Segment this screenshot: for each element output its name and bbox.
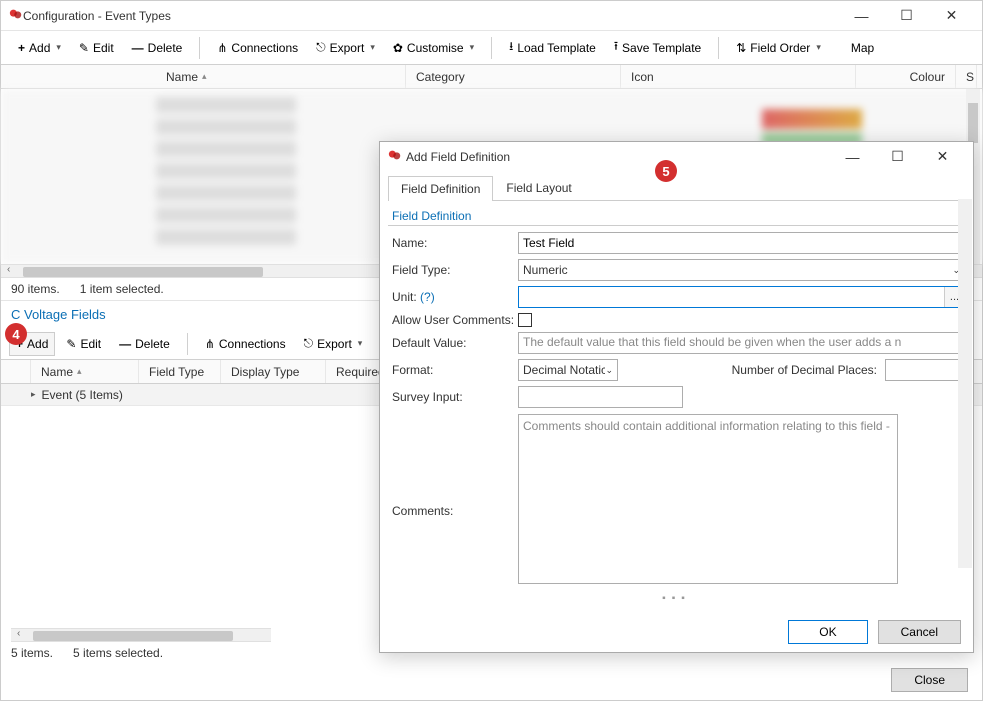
modal-minimize-button[interactable]: — [830,143,875,171]
edit-button-2[interactable]: ✎Edit [59,332,108,356]
modal-footer: OK Cancel [380,612,973,652]
field-type-select[interactable]: Numeric⌄ [518,259,965,281]
map-button[interactable]: Map [844,36,881,60]
label-comments: Comments: [388,414,518,518]
modal-title: Add Field Definition [406,150,510,164]
main-titlebar: Configuration - Event Types — ☐ ✕ [1,1,982,31]
label-survey-input: Survey Input: [388,390,518,404]
col2-display-type[interactable]: Display Type [221,360,326,383]
label-default-value: Default Value: [388,336,518,350]
connections-icon: ⋔ [205,337,215,351]
add-field-definition-dialog: Add Field Definition — ☐ ✕ Field Definit… [379,141,974,653]
name-input[interactable] [518,232,965,254]
edit-button[interactable]: ✎Edit [72,36,121,60]
col-category[interactable]: Category [406,65,621,88]
allow-comments-checkbox[interactable] [518,313,532,327]
window-title: Configuration - Event Types [23,9,171,23]
pencil-icon: ✎ [66,337,76,351]
delete-button-2[interactable]: —Delete [112,332,177,356]
label-decimal-places: Number of Decimal Places: [618,363,885,377]
col2-name[interactable]: Name▴ [31,360,139,383]
label-format: Format: [388,363,518,377]
pencil-icon: ✎ [79,41,89,55]
modal-maximize-button[interactable]: ☐ [875,143,920,171]
add-button[interactable]: +Add▾ [11,36,68,60]
item-count-2: 5 items. [11,646,53,660]
label-name: Name: [388,236,518,250]
tree-item-label: Event (5 Items) [42,388,123,402]
callout-5: 5 [655,160,677,182]
modal-close-button[interactable]: ✕ [920,143,965,171]
close-button[interactable]: Close [891,668,968,692]
decimal-places-input[interactable] [885,359,965,381]
chevron-right-icon[interactable]: ▸ [31,389,36,400]
col2-field-type[interactable]: Field Type [139,360,221,383]
customise-button[interactable]: ✿Customise▾ [386,36,481,60]
unit-input[interactable] [519,287,944,307]
tab-field-definition[interactable]: Field Definition [388,176,493,201]
label-unit: Unit: (?) [388,290,518,304]
unit-input-wrap: ... [518,286,965,308]
connections-icon: ⋔ [217,41,227,55]
modal-titlebar: Add Field Definition — ☐ ✕ [380,142,973,171]
cancel-button[interactable]: Cancel [878,620,961,644]
connections-button[interactable]: ⋔Connections [210,36,305,60]
app-icon [9,7,23,24]
order-icon: ⇅ [736,41,746,55]
save-icon: ⭱ [614,37,618,58]
delete-button[interactable]: —Delete [125,36,190,60]
save-template-button[interactable]: ⭱Save Template [607,32,708,63]
callout-4: 4 [5,323,27,345]
minimize-button[interactable]: — [839,2,884,30]
col-icon[interactable]: Icon [621,65,856,88]
col-s[interactable]: S [956,65,977,88]
label-field-type: Field Type: [388,263,518,277]
app-icon [388,148,402,165]
resize-grip-icon[interactable]: ▪▪▪ [388,589,965,608]
ok-button[interactable]: OK [788,620,867,644]
selected-count: 1 item selected. [80,282,164,296]
item-count: 90 items. [11,282,60,296]
modal-vertical-scrollbar[interactable] [958,199,972,568]
maximize-button[interactable]: ☐ [884,2,929,30]
selected-count-2: 5 items selected. [73,646,163,660]
modal-tabs: Field Definition Field Layout [388,175,965,201]
load-template-button[interactable]: ⭳Load Template [502,32,603,63]
export-button-2[interactable]: ⎋Export▾ [297,331,370,356]
load-icon: ⭳ [509,37,513,58]
export-icon: ⎋ [316,40,326,55]
connections-button-2[interactable]: ⋔Connections [198,332,293,356]
survey-input[interactable] [518,386,683,408]
comments-textarea[interactable]: Comments should contain additional infor… [518,414,898,584]
chevron-down-icon: ⌄ [605,365,613,376]
export-icon: ⎋ [304,336,314,351]
col2-required[interactable]: Required [326,360,386,383]
secondary-horizontal-scrollbar[interactable]: ‹ [11,628,271,642]
col-colour[interactable]: Colour [856,65,956,88]
label-allow-comments: Allow User Comments: [388,313,518,327]
gear-icon: ✿ [393,41,403,55]
export-button[interactable]: ⎋Export▾ [309,35,382,60]
column-header: Name▴ Category Icon Colour S [1,65,982,89]
format-select[interactable]: Decimal Notatic⌄ [518,359,618,381]
close-window-button[interactable]: ✕ [929,2,974,30]
group-header: Field Definition [388,201,965,226]
main-toolbar: +Add▾ ✎Edit —Delete ⋔Connections ⎋Export… [1,31,982,65]
default-value-input[interactable]: The default value that this field should… [518,332,965,354]
tab-field-layout[interactable]: Field Layout [493,175,584,200]
col-name[interactable]: Name▴ [156,65,406,88]
field-order-button[interactable]: ⇅Field Order▾ [729,36,828,60]
unit-help-icon[interactable]: (?) [420,290,435,304]
